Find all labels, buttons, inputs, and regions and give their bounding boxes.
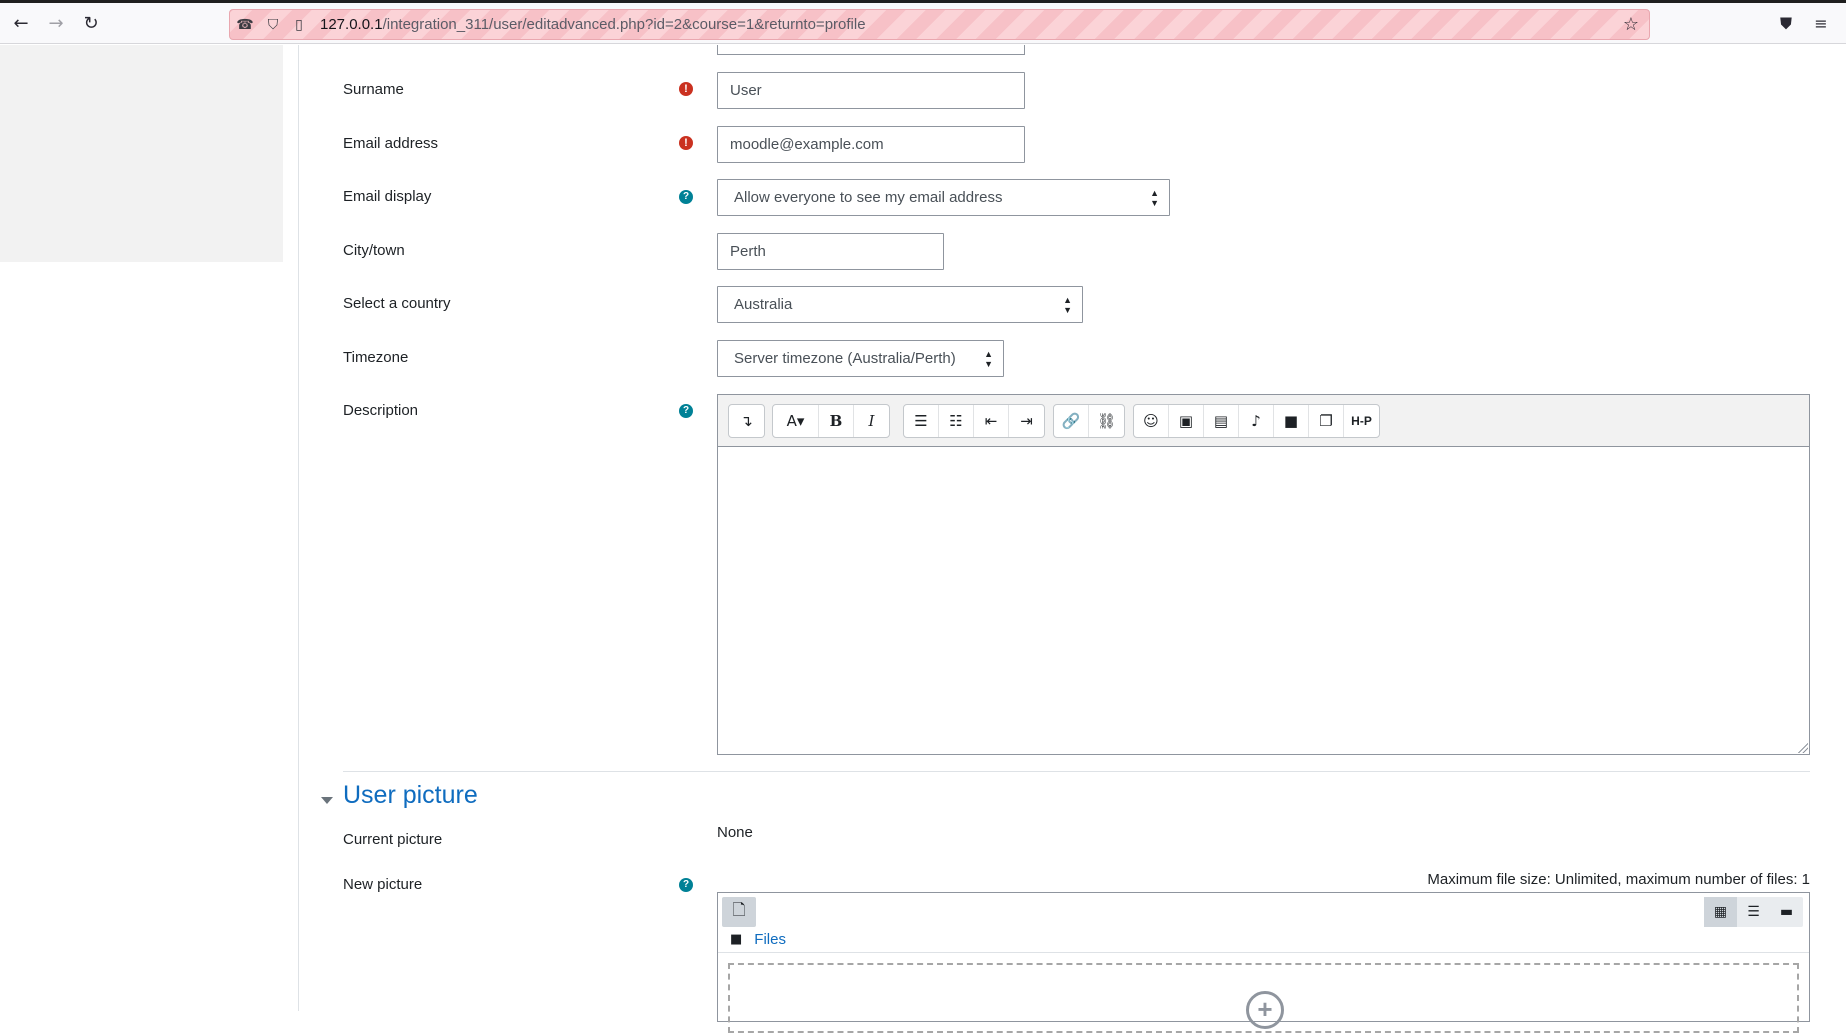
menu-icon[interactable]: ≡ bbox=[1811, 14, 1831, 34]
chevron-updown-icon: ▲ ▼ bbox=[1063, 294, 1072, 315]
chevron-updown-icon: ▲ ▼ bbox=[984, 348, 993, 369]
toolbar-group-lists: ☰ ☷ ⇤ ⇥ bbox=[903, 404, 1045, 438]
shield-icon[interactable]: ⛉ bbox=[264, 16, 282, 34]
files-link[interactable]: Files bbox=[754, 931, 786, 948]
italic-icon[interactable]: I bbox=[854, 405, 889, 437]
file-picker-toolbar: 🗋 ▦ ☰ ▬ ■ Files bbox=[718, 893, 1809, 953]
file-path: ■ Files bbox=[730, 931, 786, 948]
section-divider bbox=[343, 771, 1810, 772]
current-picture-value: None bbox=[717, 824, 753, 841]
description-editor: ↴ A▾ B I ☰ ☷ ⇤ ⇥ 🔗 ⛓ ☺ ▣ ▤ ♪ ■ ❐ H-P bbox=[717, 394, 1810, 755]
url-path: /integration_311/user/editadvanced.php?i… bbox=[382, 16, 866, 33]
unlink-icon[interactable]: ⛓ bbox=[1089, 405, 1124, 437]
country-label: Select a country bbox=[343, 295, 451, 312]
page-info-icon[interactable]: ▯ bbox=[290, 16, 308, 34]
description-label: Description bbox=[343, 402, 419, 419]
indent-icon[interactable]: ⇥ bbox=[1009, 405, 1044, 437]
manage-files-icon[interactable]: ❐ bbox=[1309, 405, 1344, 437]
email-label: Email address bbox=[343, 135, 439, 152]
surname-label: Surname bbox=[343, 81, 404, 98]
firstname-field-remnant[interactable] bbox=[717, 45, 1025, 55]
view-switcher: ▦ ☰ ▬ bbox=[1704, 897, 1803, 927]
outdent-icon[interactable]: ⇤ bbox=[974, 405, 1009, 437]
collapse-caret-icon[interactable] bbox=[321, 797, 333, 804]
email-display-value: Allow everyone to see my email address bbox=[734, 189, 1003, 206]
required-icon: ! bbox=[679, 136, 693, 150]
email-display-label: Email display bbox=[343, 188, 432, 205]
remote-control-icon[interactable]: ☎ bbox=[236, 16, 254, 34]
current-picture-label: Current picture bbox=[343, 831, 443, 848]
back-icon[interactable]: ← bbox=[10, 13, 32, 35]
city-input[interactable]: Perth bbox=[717, 233, 944, 270]
surname-input[interactable]: User bbox=[717, 72, 1025, 109]
unordered-list-icon[interactable]: ☰ bbox=[904, 405, 939, 437]
forward-icon[interactable]: → bbox=[45, 13, 67, 35]
country-select[interactable]: Australia ▲ ▼ bbox=[717, 286, 1083, 323]
timezone-select[interactable]: Server timezone (Australia/Perth) ▲ ▼ bbox=[717, 340, 1004, 377]
help-icon[interactable]: ? bbox=[679, 190, 693, 204]
left-drawer bbox=[0, 45, 283, 262]
timezone-value: Server timezone (Australia/Perth) bbox=[734, 350, 956, 367]
help-icon[interactable]: ? bbox=[679, 878, 693, 892]
timezone-label: Timezone bbox=[343, 349, 409, 366]
folder-icon: ■ bbox=[730, 932, 743, 947]
chevron-updown-icon: ▲ ▼ bbox=[1150, 187, 1159, 208]
add-file-icon[interactable]: 🗋 bbox=[722, 897, 756, 927]
city-label: City/town bbox=[343, 242, 405, 259]
address-bar[interactable]: ☎ ⛉ ▯ 127.0.0.1/integration_311/user/edi… bbox=[229, 9, 1650, 40]
media-icon[interactable]: ▤ bbox=[1204, 405, 1239, 437]
content-border bbox=[298, 45, 299, 1011]
record-video-icon[interactable]: ■ bbox=[1274, 405, 1309, 437]
bold-icon[interactable]: B bbox=[819, 405, 854, 437]
toolbar-group-media: ☺ ▣ ▤ ♪ ■ ❐ H-P bbox=[1133, 404, 1380, 438]
link-icon[interactable]: 🔗 bbox=[1054, 405, 1089, 437]
tree-view-icon[interactable]: ▬ bbox=[1770, 897, 1803, 927]
file-dropzone[interactable]: + bbox=[728, 963, 1799, 1033]
url-host: 127.0.0.1 bbox=[320, 16, 383, 33]
record-audio-icon[interactable]: ♪ bbox=[1239, 405, 1274, 437]
reload-icon[interactable]: ↻ bbox=[80, 13, 102, 35]
required-icon: ! bbox=[679, 82, 693, 96]
file-limits-text: Maximum file size: Unlimited, maximum nu… bbox=[1427, 871, 1810, 888]
toolbar-group-links: 🔗 ⛓ bbox=[1053, 404, 1125, 438]
browser-toolbar: ← → ↻ ☎ ⛉ ▯ 127.0.0.1/integration_311/us… bbox=[0, 0, 1846, 44]
email-input[interactable]: moodle@example.com bbox=[717, 126, 1025, 163]
emoji-icon[interactable]: ☺ bbox=[1134, 405, 1169, 437]
font-style-icon[interactable]: A▾ bbox=[773, 405, 819, 437]
toolbar-group-collapse: ↴ bbox=[728, 404, 765, 438]
help-icon[interactable]: ? bbox=[679, 404, 693, 418]
email-display-select[interactable]: Allow everyone to see my email address ▲… bbox=[717, 179, 1170, 216]
edit-profile-form: Surname ! User Email address ! moodle@ex… bbox=[321, 45, 1810, 1033]
collapse-icon[interactable]: ↴ bbox=[729, 405, 764, 437]
list-view-icon[interactable]: ☰ bbox=[1737, 897, 1770, 927]
image-icon[interactable]: ▣ bbox=[1169, 405, 1204, 437]
add-circle-icon[interactable]: + bbox=[1246, 991, 1284, 1029]
grid-view-icon[interactable]: ▦ bbox=[1704, 897, 1737, 927]
resize-handle[interactable] bbox=[1798, 743, 1808, 753]
pocket-icon[interactable]: ⛊ bbox=[1776, 14, 1796, 34]
ordered-list-icon[interactable]: ☷ bbox=[939, 405, 974, 437]
section-title-user-picture[interactable]: User picture bbox=[343, 781, 478, 810]
file-picker: 🗋 ▦ ☰ ▬ ■ Files + bbox=[717, 892, 1810, 1033]
new-picture-label: New picture bbox=[343, 876, 423, 893]
h5p-icon[interactable]: H-P bbox=[1344, 405, 1379, 437]
toolbar-group-style: A▾ B I bbox=[772, 404, 890, 438]
url-text[interactable]: 127.0.0.1/integration_311/user/editadvan… bbox=[320, 16, 866, 33]
country-value: Australia bbox=[734, 296, 793, 313]
bookmark-star-icon[interactable]: ☆ bbox=[1621, 15, 1641, 35]
editor-toolbar: ↴ A▾ B I ☰ ☷ ⇤ ⇥ 🔗 ⛓ ☺ ▣ ▤ ♪ ■ ❐ H-P bbox=[718, 395, 1809, 447]
